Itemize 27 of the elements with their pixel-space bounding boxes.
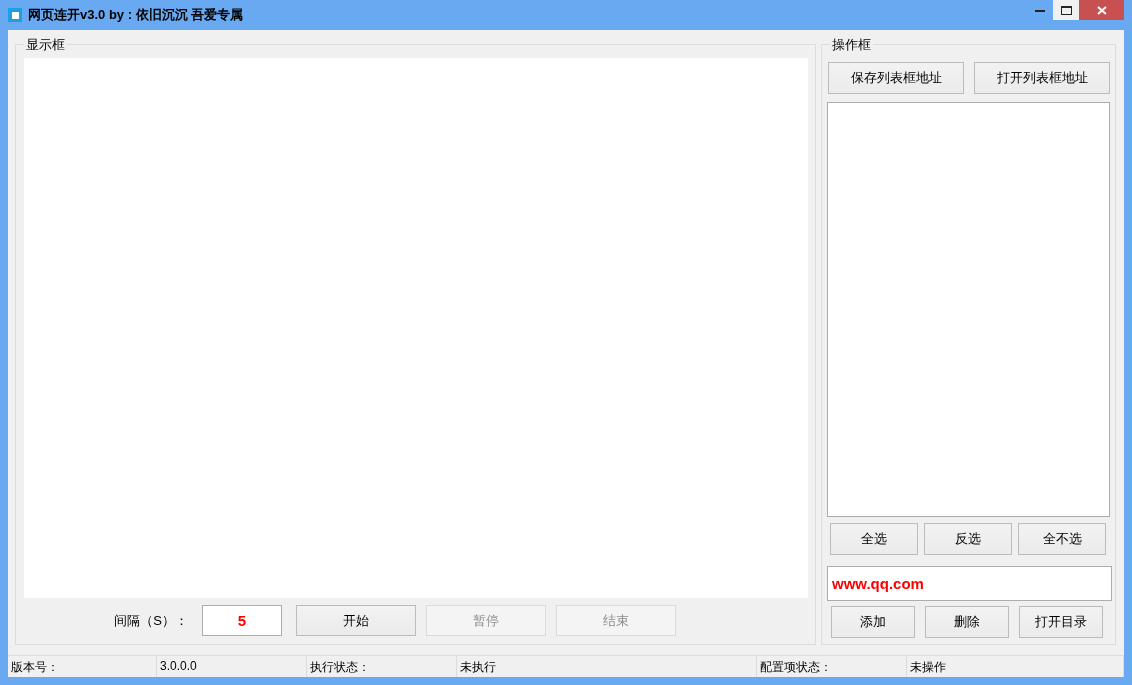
app-icon bbox=[8, 8, 22, 22]
action-button[interactable]: 反选 bbox=[924, 523, 1012, 555]
close-icon bbox=[1096, 5, 1107, 15]
window-title: 网页连开v3.0 by : 依旧沉沉 吾爱专属 bbox=[28, 6, 245, 24]
status-text: 未执行 bbox=[457, 656, 757, 677]
interval-field[interactable]: 5 bbox=[202, 605, 282, 636]
action-button[interactable]: 全选 bbox=[830, 523, 918, 555]
url-field[interactable]: www.qq.com bbox=[827, 566, 1112, 601]
action-button[interactable]: 添加 bbox=[831, 606, 915, 638]
status-text: 版本号： bbox=[8, 656, 157, 677]
interval-label: 间隔（S）： bbox=[113, 611, 188, 630]
action-button[interactable]: 删除 bbox=[925, 606, 1009, 638]
action-button[interactable]: 保存列表框地址 bbox=[828, 62, 964, 94]
maximize-icon bbox=[1060, 5, 1072, 15]
status-text: 执行状态： bbox=[307, 656, 457, 677]
action-button[interactable]: 全不选 bbox=[1018, 523, 1106, 555]
action-button[interactable]: 打开列表框地址 bbox=[974, 62, 1110, 94]
maximize-button[interactable] bbox=[1053, 0, 1079, 20]
status-text: 配置项状态： bbox=[757, 656, 907, 677]
group-label: 操作框 bbox=[830, 36, 873, 54]
group-label: 显示框 bbox=[24, 36, 67, 54]
control-button[interactable]: 开始 bbox=[296, 605, 416, 636]
status-text: 3.0.0.0 bbox=[157, 656, 307, 677]
close-button[interactable] bbox=[1079, 0, 1124, 20]
minimize-icon bbox=[1035, 8, 1045, 12]
action-button[interactable]: 打开目录 bbox=[1019, 606, 1103, 638]
status-text: 未操作 bbox=[907, 656, 1124, 677]
